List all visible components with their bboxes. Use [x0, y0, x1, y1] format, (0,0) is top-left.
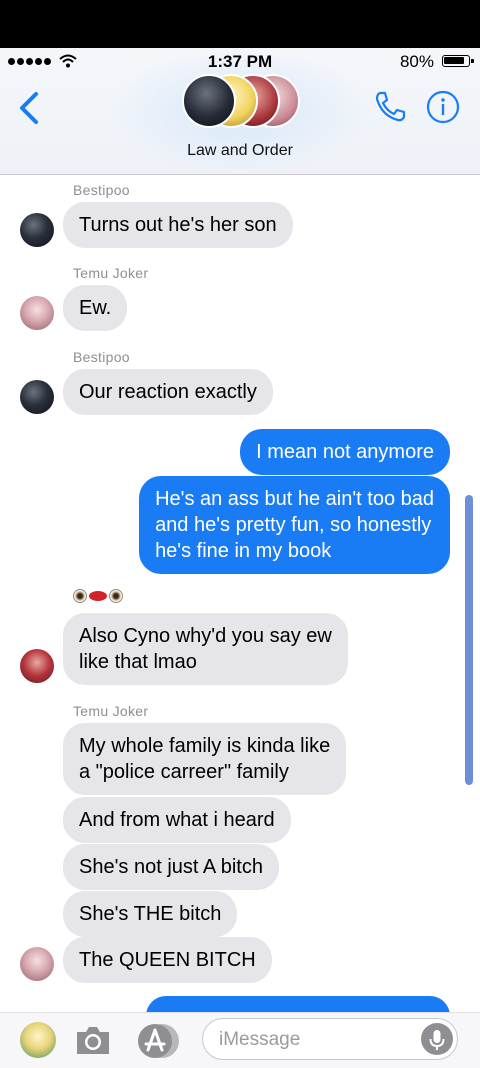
top-black-bar — [0, 0, 480, 48]
battery-percent: 80% — [399, 52, 434, 71]
incoming-message[interactable]: Turns out he's her son — [63, 202, 293, 248]
avatar[interactable] — [20, 296, 54, 330]
sender-name: Bestipoo — [73, 182, 130, 198]
outgoing-message[interactable]: I mean not anymore — [240, 429, 450, 475]
battery-icon — [442, 55, 474, 67]
phone-icon[interactable] — [372, 88, 408, 124]
outgoing-message[interactable]: He's an ass but he ain't too bad and he'… — [139, 476, 450, 574]
incoming-message[interactable]: Ew. — [63, 285, 128, 331]
scrollbar[interactable] — [465, 495, 473, 785]
back-chevron-icon[interactable] — [14, 90, 54, 130]
info-icon[interactable] — [426, 90, 460, 124]
group-avatar — [182, 74, 236, 128]
incoming-message[interactable]: She's not just A bitch — [63, 844, 279, 890]
sender-name: Bestipoo — [73, 349, 130, 365]
message-thread[interactable]: Bestipoo Turns out he's her son Temu Jok… — [0, 175, 480, 1015]
emoji-face-icon — [73, 589, 123, 603]
message-input-placeholder: iMessage — [219, 1029, 301, 1050]
avatar[interactable] — [20, 649, 54, 683]
incoming-message[interactable]: She's THE bitch — [63, 891, 238, 937]
message-input[interactable]: iMessage — [202, 1018, 458, 1060]
incoming-message[interactable]: My whole family is kinda like a "police … — [63, 723, 347, 795]
mic-icon[interactable] — [421, 1023, 453, 1055]
conversation-title[interactable]: Law and Order — [0, 142, 480, 160]
incoming-message[interactable]: Also Cyno why'd you say ew like that lma… — [63, 613, 348, 685]
app-store-icon[interactable] — [136, 1022, 180, 1060]
avatar[interactable] — [20, 947, 54, 981]
avatar[interactable] — [20, 1022, 56, 1058]
incoming-message[interactable]: The QUEEN BITCH — [63, 937, 272, 983]
avatar[interactable] — [20, 213, 54, 247]
incoming-message[interactable]: And from what i heard — [63, 797, 291, 843]
group-avatars[interactable] — [182, 74, 302, 132]
incoming-message[interactable]: Our reaction exactly — [63, 369, 273, 415]
sender-name: Temu Joker — [73, 265, 149, 281]
sender-name: Temu Joker — [73, 703, 149, 719]
camera-icon[interactable] — [74, 1024, 112, 1056]
avatar[interactable] — [20, 380, 54, 414]
